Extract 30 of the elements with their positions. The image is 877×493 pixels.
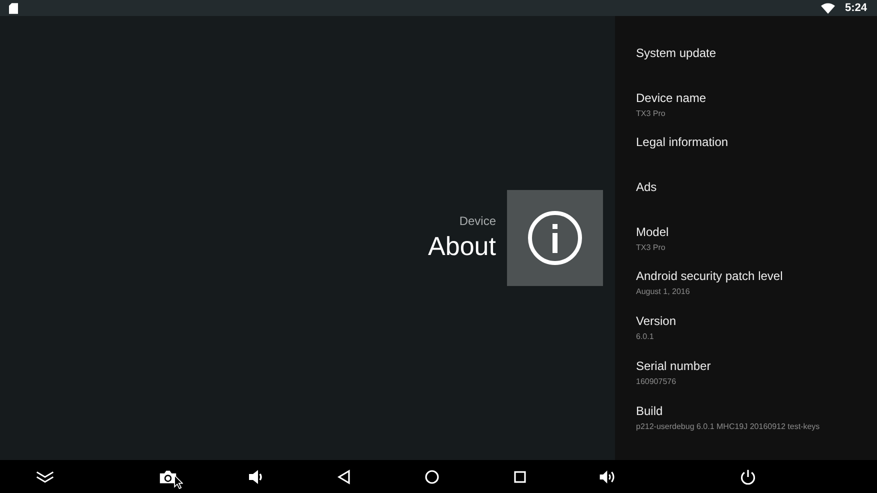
setting-summary: p212-userdebug 6.0.1 MHC19J 20160912 test-keys	[636, 420, 821, 432]
volume-up-icon[interactable]	[599, 468, 617, 484]
power-icon[interactable]	[739, 468, 757, 484]
setting-item[interactable]: Model	[636, 224, 877, 240]
home-icon[interactable]	[423, 468, 441, 484]
cursor-icon	[174, 474, 183, 488]
camera-icon[interactable]	[159, 468, 177, 484]
setting-item[interactable]: Version	[636, 314, 877, 330]
setting-summary: TX3 Pro	[636, 242, 666, 253]
setting-item[interactable]: System update	[636, 46, 877, 61]
setting-summary: TX3 Pro	[636, 108, 666, 119]
setting-item[interactable]: Ads	[636, 180, 877, 196]
back-icon[interactable]	[335, 468, 353, 484]
recents-icon[interactable]	[511, 468, 529, 484]
info-icon	[527, 210, 583, 266]
setting-item[interactable]: Android security patch level	[636, 269, 877, 284]
setting-item[interactable]: Build	[636, 404, 877, 418]
setting-summary: August 1, 2016	[636, 286, 691, 298]
wifi-icon	[820, 2, 835, 14]
page-title: About	[428, 231, 496, 262]
setting-summary: 6.0.1	[636, 331, 655, 342]
volume-down-icon[interactable]	[247, 468, 265, 484]
clock-time: 5:24	[844, 2, 867, 14]
double-chevron-icon[interactable]	[36, 468, 54, 484]
category-label: Device	[459, 214, 496, 228]
setting-summary: 160907576	[636, 376, 678, 387]
setting-item[interactable]: Legal information	[636, 135, 877, 150]
sd-card-icon	[9, 2, 18, 14]
setting-item[interactable]: Serial number	[636, 358, 877, 374]
setting-item[interactable]: Device name	[636, 90, 877, 106]
